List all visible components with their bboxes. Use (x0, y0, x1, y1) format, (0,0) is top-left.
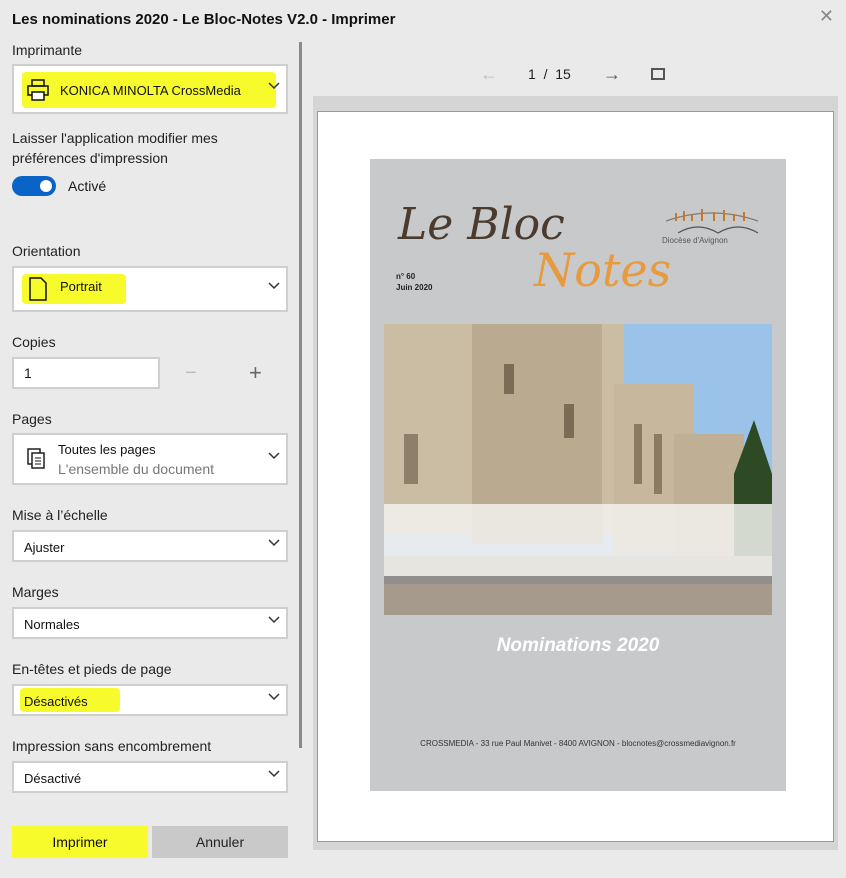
scale-label: Mise à l’échelle (12, 507, 108, 523)
app-prefs-toggle-row: Activé (12, 176, 106, 196)
chevron-down-icon (268, 82, 280, 92)
current-page: 1 (528, 66, 536, 82)
pages-value: Toutes les pages (58, 442, 156, 457)
margins-label: Marges (12, 584, 59, 600)
orientation-value: Portrait (60, 279, 102, 294)
clutter-select[interactable]: Désactivé (12, 761, 288, 793)
copies-input[interactable]: 1 (12, 357, 160, 389)
print-button[interactable]: Imprimer (12, 826, 148, 858)
pages-label: Pages (12, 411, 52, 427)
clutter-value: Désactivé (24, 771, 82, 786)
decrement-button[interactable]: − (185, 362, 197, 385)
close-icon[interactable]: ✕ (819, 6, 834, 27)
fit-page-icon[interactable] (651, 68, 665, 80)
settings-scrollbar[interactable] (299, 42, 302, 748)
cover-footer: CROSSMEDIA - 33 rue Paul Manivet - 8400 … (420, 739, 736, 748)
orientation-label: Orientation (12, 243, 81, 259)
margins-value: Normales (24, 617, 80, 632)
magazine-cover: Le Bloc Notes Diocèse d'Avignon n° 60 Ju… (370, 159, 786, 791)
diocese-logo-text: Diocèse d'Avignon (662, 236, 728, 245)
app-prefs-toggle[interactable] (12, 176, 56, 196)
scale-value: Ajuster (24, 540, 65, 555)
chevron-down-icon (268, 282, 280, 292)
printer-label: Imprimante (12, 42, 83, 58)
printer-value: KONICA MINOLTA CrossMedia (60, 83, 241, 98)
headers-label: En-têtes et pieds de page (12, 661, 172, 677)
arrow-right-icon[interactable]: → (603, 64, 621, 85)
toggle-knob (40, 180, 52, 192)
chevron-down-icon (268, 770, 280, 780)
chevron-down-icon (268, 452, 280, 462)
pages-subvalue: L'ensemble du document (58, 461, 214, 477)
clutter-label: Impression sans encombrement (12, 738, 212, 754)
chevron-down-icon (268, 539, 280, 549)
increment-button[interactable]: + (249, 360, 262, 386)
scale-select[interactable]: Ajuster (12, 530, 288, 562)
margins-select[interactable]: Normales (12, 607, 288, 639)
total-pages: 15 (555, 66, 571, 82)
cancel-button[interactable]: Annuler (152, 826, 288, 858)
copies-label: Copies (12, 334, 56, 350)
cover-photo (384, 324, 772, 615)
pages-icon (26, 447, 48, 476)
app-prefs-toggle-state: Activé (68, 178, 107, 194)
cover-title-notes: Notes (534, 243, 672, 297)
printer-select[interactable]: KONICA MINOLTA CrossMedia (12, 64, 288, 114)
printer-icon (26, 78, 50, 107)
arrow-left-icon[interactable]: ← (480, 64, 498, 85)
diocese-logo: Diocèse d'Avignon (662, 209, 759, 245)
headers-value: Désactivés (24, 694, 88, 709)
cover-issue: n° 60 Juin 2020 (396, 271, 432, 293)
orientation-select[interactable]: Portrait (12, 266, 288, 312)
page-separator: / (543, 66, 548, 82)
page-navigation: ← 1 / 15 → (470, 62, 690, 86)
window-title: Les nominations 2020 - Le Bloc-Notes V2.… (12, 11, 396, 28)
headers-select[interactable]: Désactivés (12, 684, 288, 716)
chevron-down-icon (268, 693, 280, 703)
page-indicator: 1 / 15 (528, 66, 571, 82)
chevron-down-icon (268, 616, 280, 626)
cover-issue-number: n° 60 (396, 272, 416, 281)
portrait-page-icon (28, 276, 48, 307)
pages-select[interactable]: Toutes les pages L'ensemble du document (12, 433, 288, 485)
cover-headline: Nominations 2020 (496, 635, 660, 656)
app-prefs-label: Laisser l'application modifier mes préfé… (12, 130, 218, 166)
cover-issue-date: Juin 2020 (396, 283, 433, 292)
print-dialog: Les nominations 2020 - Le Bloc-Notes V2.… (0, 0, 846, 878)
